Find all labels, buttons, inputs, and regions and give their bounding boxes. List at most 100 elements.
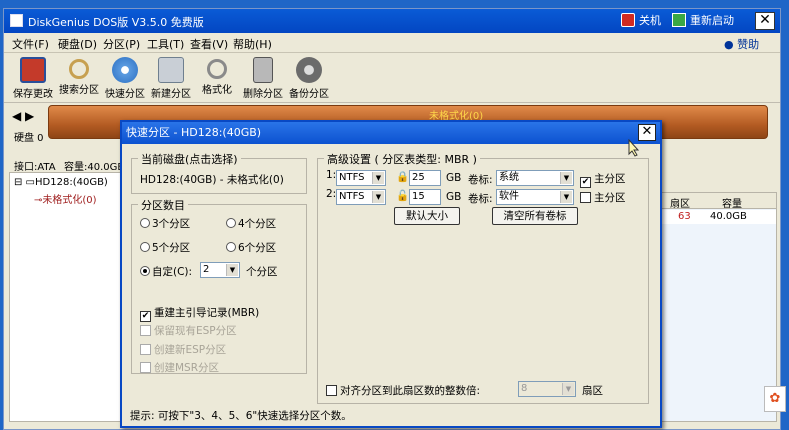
menu-help[interactable]: 帮助(H) <box>233 36 272 52</box>
advanced-label: 高级设置 ( 分区表类型: MBR ) <box>324 151 480 167</box>
align-value: 8 <box>521 383 528 394</box>
save-changes-label: 保存更改 <box>13 89 53 100</box>
tree-disk-label: HD128:(40GB) <box>35 177 108 188</box>
keep-esp-label: 保留现有ESP分区 <box>154 325 237 337</box>
create-esp-label: 创建新ESP分区 <box>154 344 227 356</box>
grid-row-sector: 63 <box>678 211 691 222</box>
chevron-down-icon: ▼ <box>562 383 574 395</box>
check-icon: ✔ <box>140 311 151 322</box>
align-checkbox[interactable]: 对齐分区到此扇区数的整数倍: <box>326 383 480 398</box>
unlock-icon[interactable]: 🔓 <box>396 189 409 202</box>
partition-count-label: 分区数目 <box>138 197 188 213</box>
menu-tools[interactable]: 工具(T) <box>147 36 184 52</box>
menu-partition[interactable]: 分区(P) <box>103 36 140 52</box>
custom-count-dropdown[interactable]: 2 ▼ <box>200 262 240 278</box>
row1-vol-label: 卷标: <box>468 174 493 186</box>
align-dropdown[interactable]: 8 ▼ <box>518 381 576 397</box>
custom-suffix: 个分区 <box>246 266 278 278</box>
clear-labels-button[interactable]: 清空所有卷标 <box>492 207 578 225</box>
option-3-partitions[interactable]: 3个分区 <box>140 216 190 231</box>
format-icon <box>207 59 227 79</box>
search-partition-button[interactable]: 搜索分区 <box>56 55 102 101</box>
format-button[interactable]: 格式化 <box>194 55 240 101</box>
table-row[interactable]: 63 40.0GB <box>660 210 776 224</box>
radio-custom <box>140 266 150 276</box>
check-icon: ✔ <box>580 177 591 188</box>
row2-fs-dropdown[interactable]: NTFS ▼ <box>336 189 386 205</box>
reboot-button[interactable]: 重新启动 <box>672 12 734 30</box>
row2-primary-box <box>580 192 591 203</box>
current-disk-label: 当前磁盘(点击选择) <box>138 151 241 167</box>
tree-disk-node[interactable]: ⊟ ▭HD128:(40GB) <box>14 177 108 188</box>
new-partition-label: 新建分区 <box>151 89 191 100</box>
row1-size-value: 25 <box>412 172 425 183</box>
option-4-partitions[interactable]: 4个分区 <box>226 216 276 231</box>
current-disk-value[interactable]: HD128:(40GB) - 未格式化(0) <box>140 172 284 187</box>
app-icon <box>10 14 23 27</box>
menu-file[interactable]: 文件(F) <box>12 36 49 52</box>
quick-partition-disc-icon <box>112 57 138 83</box>
delete-partition-label: 删除分区 <box>243 89 283 100</box>
row2-primary-checkbox[interactable]: 主分区 <box>580 190 626 205</box>
tree-partition-node[interactable]: ⊸未格式化(0) <box>34 191 97 206</box>
search-partition-label: 搜索分区 <box>59 85 99 96</box>
row2-unit: GB <box>446 191 462 203</box>
keep-esp-checkbox[interactable]: 保留现有ESP分区 <box>140 323 237 338</box>
row2-size-value: 15 <box>412 191 425 202</box>
row1-fs-dropdown[interactable]: NTFS ▼ <box>336 170 386 186</box>
row1-index: 1: <box>326 169 337 181</box>
option-5-partitions[interactable]: 5个分区 <box>140 240 190 255</box>
option-4-label: 4个分区 <box>238 218 277 230</box>
row2-index: 2: <box>326 188 337 200</box>
capacity-label: 容量:40.0GB <box>64 162 125 173</box>
menu-bar: 文件(F) 硬盘(D) 分区(P) 工具(T) 查看(V) 帮助(H) ● 赞助 <box>4 33 780 53</box>
row2-size-input[interactable]: 15 <box>409 189 441 205</box>
shutdown-button[interactable]: 关机 <box>621 12 661 30</box>
create-msr-checkbox[interactable]: 创建MSR分区 <box>140 360 219 375</box>
create-msr-box <box>140 362 151 373</box>
chevron-down-icon: ▼ <box>560 191 572 203</box>
radio-3 <box>140 218 150 228</box>
menu-view[interactable]: 查看(V) <box>190 36 228 52</box>
interface-label: 接口:ATA <box>14 162 56 173</box>
new-partition-button[interactable]: 新建分区 <box>148 55 194 101</box>
row2-vol-label: 卷标: <box>468 193 493 205</box>
chevron-down-icon: ▼ <box>226 264 238 276</box>
partition-count-group: 分区数目 3个分区 4个分区 5个分区 6个分区 自定(C): 2 ▼ 个分区 ✔… <box>131 197 307 375</box>
row2-fs-value: NTFS <box>339 191 365 202</box>
lock-icon[interactable]: 🔒 <box>396 170 409 183</box>
rebuild-mbr-checkbox[interactable]: ✔ 重建主引导记录(MBR) <box>140 305 259 322</box>
menu-disk[interactable]: 硬盘(D) <box>58 36 97 52</box>
option-custom[interactable]: 自定(C): <box>140 264 192 279</box>
dialog-title: 快速分区 - HD128:(40GB) <box>122 122 660 144</box>
row1-size-input[interactable]: 25 <box>409 170 441 186</box>
custom-label: 自定(C): <box>152 266 193 278</box>
default-size-button[interactable]: 默认大小 <box>394 207 460 225</box>
custom-count-value: 2 <box>203 264 210 275</box>
row1-fs-value: NTFS <box>339 172 365 183</box>
backup-partition-label: 备份分区 <box>289 89 329 100</box>
close-window-button[interactable]: ✕ <box>755 12 775 30</box>
option-3-label: 3个分区 <box>152 218 191 230</box>
quick-partition-button[interactable]: 快速分区 <box>102 55 148 101</box>
row2-volume-dropdown[interactable]: 软件 ▼ <box>496 189 574 205</box>
row1-volume-dropdown[interactable]: 系统 ▼ <box>496 170 574 186</box>
chevron-down-icon: ▼ <box>372 172 384 184</box>
create-esp-checkbox[interactable]: 创建新ESP分区 <box>140 342 226 357</box>
paw-icon[interactable]: ✿ <box>764 386 786 412</box>
donate-label: 赞助 <box>737 38 760 51</box>
option-6-partitions[interactable]: 6个分区 <box>226 240 276 255</box>
toolbar: 保存更改 搜索分区 快速分区 新建分区 格式化 删除分区 备份分区 <box>4 53 780 103</box>
format-label: 格式化 <box>202 85 232 96</box>
backup-partition-button[interactable]: 备份分区 <box>286 55 332 101</box>
delete-partition-button[interactable]: 删除分区 <box>240 55 286 101</box>
save-changes-button[interactable]: 保存更改 <box>10 55 56 101</box>
nav-arrows[interactable]: ◀ ▶ <box>12 109 34 123</box>
tree-partition-label: 未格式化(0) <box>42 195 97 206</box>
align-box <box>326 385 337 396</box>
donate-link[interactable]: ● 赞助 <box>724 36 759 52</box>
row1-primary-checkbox[interactable]: ✔ 主分区 <box>580 171 626 188</box>
create-msr-label: 创建MSR分区 <box>154 362 220 374</box>
row1-unit: GB <box>446 172 462 184</box>
dialog-close-button[interactable]: ✕ <box>638 124 656 141</box>
